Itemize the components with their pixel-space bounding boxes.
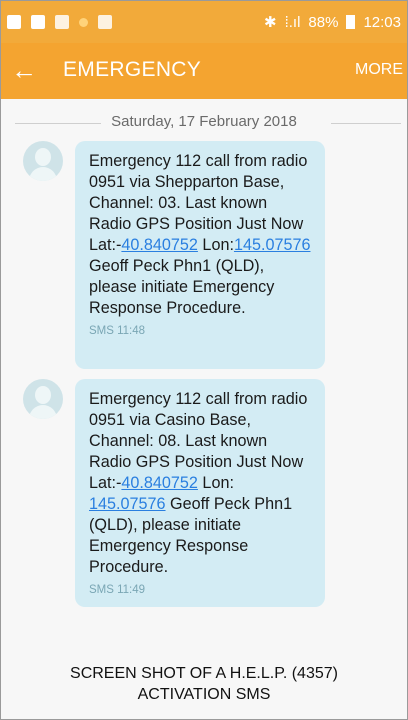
person-icon xyxy=(35,148,51,166)
battery-icon xyxy=(346,15,356,29)
date-label: Saturday, 17 February 2018 xyxy=(111,113,297,130)
notification-icons xyxy=(7,11,122,33)
signal-icon: ⁞.ıl xyxy=(284,13,301,31)
person-icon xyxy=(35,386,51,404)
battery-percent: 88% xyxy=(308,13,339,31)
message-timestamp: SMS 11:48 xyxy=(89,325,146,337)
date-separator: Saturday, 17 February 2018 xyxy=(1,111,407,135)
app-bar: ← EMERGENCY MORE xyxy=(1,43,407,99)
screenshot-caption: SCREEN SHOT OF A H.E.L.P. (4357) ACTIVAT… xyxy=(1,663,407,705)
more-button[interactable]: MORE xyxy=(355,61,403,79)
longitude-link[interactable]: 145.07576 xyxy=(89,495,166,513)
bluetooth-icon: ✱ xyxy=(264,14,277,31)
message-bubble[interactable]: Emergency 112 call from radio 0951 via C… xyxy=(75,379,325,607)
status-indicators: ✱ ⁞.ıl 88% 12:03 xyxy=(256,11,401,33)
longitude-link[interactable]: 145.07576 xyxy=(234,236,311,254)
caption-line-1: SCREEN SHOT OF A H.E.L.P. (4357) xyxy=(70,665,338,682)
message-text: Emergency 112 call from radio 0951 via C… xyxy=(89,390,308,576)
back-arrow-icon[interactable]: ← xyxy=(11,56,37,84)
clock: 12:03 xyxy=(363,13,401,31)
app-notification-icon xyxy=(55,15,69,29)
notification-dot-icon xyxy=(79,17,88,27)
status-bar: ✱ ⁞.ıl 88% 12:03 xyxy=(1,1,407,43)
contact-avatar[interactable] xyxy=(23,379,63,419)
message-notification-icon xyxy=(98,15,112,29)
caption-line-2: ACTIVATION SMS xyxy=(137,686,271,703)
facebook-icon xyxy=(7,15,21,29)
facebook-icon xyxy=(31,15,45,29)
latitude-link[interactable]: 40.840752 xyxy=(121,474,198,492)
phone-screen: ✱ ⁞.ıl 88% 12:03 ← EMERGENCY MORE Saturd… xyxy=(0,0,408,720)
contact-avatar[interactable] xyxy=(23,141,63,181)
conversation-title: EMERGENCY xyxy=(63,58,202,81)
message-bubble[interactable]: Emergency 112 call from radio 0951 via S… xyxy=(75,141,325,369)
message-text: Emergency 112 call from radio 0951 via S… xyxy=(89,152,311,317)
latitude-link[interactable]: 40.840752 xyxy=(121,236,198,254)
message-timestamp: SMS 11:49 xyxy=(89,584,146,596)
